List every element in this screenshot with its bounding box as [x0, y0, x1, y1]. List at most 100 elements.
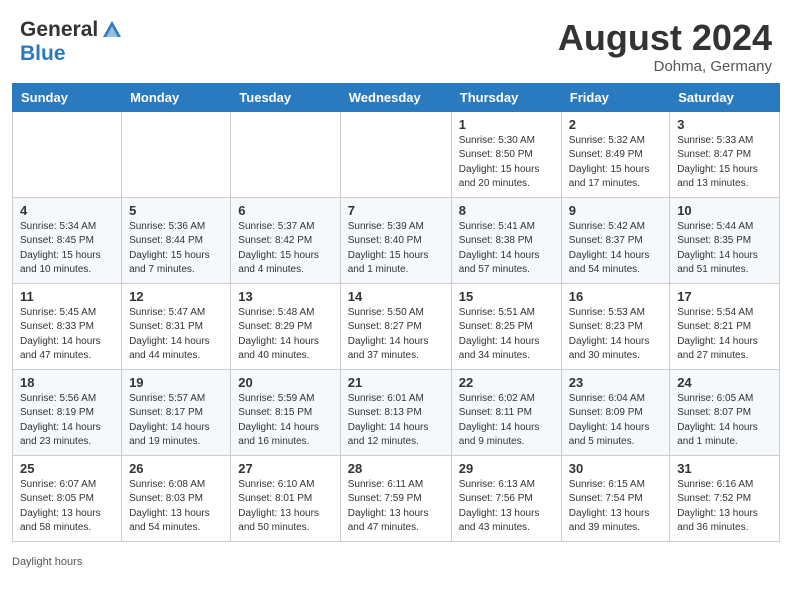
day-number: 21: [348, 375, 444, 390]
calendar-cell: 14 Sunrise: 5:50 AM Sunset: 8:27 PM Dayli…: [340, 283, 451, 369]
day-info: Sunrise: 5:45 AM Sunset: 8:33 PM Dayligh…: [20, 306, 114, 364]
day-of-week-header: Friday: [561, 83, 669, 111]
calendar-cell: [231, 111, 340, 197]
calendar-cell: 27 Sunrise: 6:10 AM Sunset: 8:01 PM Dayli…: [231, 455, 340, 541]
calendar-cell: 6 Sunrise: 5:37 AM Sunset: 8:42 PM Daylig…: [231, 197, 340, 283]
day-number: 20: [238, 375, 332, 390]
day-number: 5: [129, 203, 223, 218]
calendar-cell: 12 Sunrise: 5:47 AM Sunset: 8:31 PM Dayli…: [122, 283, 231, 369]
day-number: 3: [677, 117, 772, 132]
day-info: Sunrise: 5:57 AM Sunset: 8:17 PM Dayligh…: [129, 392, 223, 450]
day-info: Sunrise: 5:34 AM Sunset: 8:45 PM Dayligh…: [20, 220, 114, 278]
day-info: Sunrise: 5:47 AM Sunset: 8:31 PM Dayligh…: [129, 306, 223, 364]
calendar-cell: [13, 111, 122, 197]
day-number: 25: [20, 461, 114, 476]
calendar-cell: 18 Sunrise: 5:56 AM Sunset: 8:19 PM Dayli…: [13, 369, 122, 455]
calendar-cell: 31Sunrise: 6:16 AM Sunset: 7:52 PM Dayli…: [670, 455, 780, 541]
day-info: Sunrise: 6:07 AM Sunset: 8:05 PM Dayligh…: [20, 478, 114, 536]
day-number: 19: [129, 375, 223, 390]
calendar-cell: 22Sunrise: 6:02 AM Sunset: 8:11 PM Dayli…: [451, 369, 561, 455]
calendar-cell: 30 Sunrise: 6:15 AM Sunset: 7:54 PM Dayli…: [561, 455, 669, 541]
logo-subtext: Blue: [20, 42, 123, 66]
calendar-cell: 23Sunrise: 6:04 AM Sunset: 8:09 PM Dayli…: [561, 369, 669, 455]
day-number: 2: [569, 117, 662, 132]
calendar-cell: 2 Sunrise: 5:32 AM Sunset: 8:49 PM Daylig…: [561, 111, 669, 197]
day-number: 15: [459, 289, 554, 304]
day-number: 24: [677, 375, 772, 390]
day-number: 11: [20, 289, 114, 304]
calendar-cell: [340, 111, 451, 197]
logo: General Blue: [20, 18, 123, 66]
day-info: Sunrise: 5:39 AM Sunset: 8:40 PM Dayligh…: [348, 220, 444, 278]
calendar-cell: [122, 111, 231, 197]
day-info: Sunrise: 6:11 AM Sunset: 7:59 PM Dayligh…: [348, 478, 444, 536]
day-info: Sunrise: 5:42 AM Sunset: 8:37 PM Dayligh…: [569, 220, 662, 278]
day-info: Sunrise: 5:32 AM Sunset: 8:49 PM Dayligh…: [569, 134, 662, 192]
day-number: 23: [569, 375, 662, 390]
footer: Daylight hours: [0, 552, 792, 578]
calendar-cell: 29Sunrise: 6:13 AM Sunset: 7:56 PM Dayli…: [451, 455, 561, 541]
day-info: Sunrise: 5:53 AM Sunset: 8:23 PM Dayligh…: [569, 306, 662, 364]
calendar-cell: 7 Sunrise: 5:39 AM Sunset: 8:40 PM Daylig…: [340, 197, 451, 283]
day-of-week-header: Saturday: [670, 83, 780, 111]
calendar-cell: 20 Sunrise: 5:59 AM Sunset: 8:15 PM Dayli…: [231, 369, 340, 455]
calendar-cell: 4Sunrise: 5:34 AM Sunset: 8:45 PM Daylig…: [13, 197, 122, 283]
day-number: 27: [238, 461, 332, 476]
day-number: 12: [129, 289, 223, 304]
day-of-week-header: Wednesday: [340, 83, 451, 111]
logo-text: General: [20, 18, 123, 42]
calendar-wrapper: SundayMondayTuesdayWednesdayThursdayFrid…: [0, 83, 792, 552]
day-info: Sunrise: 5:37 AM Sunset: 8:42 PM Dayligh…: [238, 220, 332, 278]
day-number: 14: [348, 289, 444, 304]
day-number: 29: [459, 461, 554, 476]
calendar-cell: 19 Sunrise: 5:57 AM Sunset: 8:17 PM Dayli…: [122, 369, 231, 455]
day-number: 16: [569, 289, 662, 304]
day-info: Sunrise: 6:10 AM Sunset: 8:01 PM Dayligh…: [238, 478, 332, 536]
day-number: 9: [569, 203, 662, 218]
calendar-cell: 15Sunrise: 5:51 AM Sunset: 8:25 PM Dayli…: [451, 283, 561, 369]
day-info: Sunrise: 6:08 AM Sunset: 8:03 PM Dayligh…: [129, 478, 223, 536]
day-number: 13: [238, 289, 332, 304]
day-number: 31: [677, 461, 772, 476]
calendar-cell: 25 Sunrise: 6:07 AM Sunset: 8:05 PM Dayli…: [13, 455, 122, 541]
day-info: Sunrise: 5:48 AM Sunset: 8:29 PM Dayligh…: [238, 306, 332, 364]
calendar-cell: 11 Sunrise: 5:45 AM Sunset: 8:33 PM Dayli…: [13, 283, 122, 369]
calendar-cell: 26 Sunrise: 6:08 AM Sunset: 8:03 PM Dayli…: [122, 455, 231, 541]
page-header: General Blue August 2024 Dohma, Germany: [0, 0, 792, 83]
day-of-week-header: Tuesday: [231, 83, 340, 111]
day-info: Sunrise: 5:30 AM Sunset: 8:50 PM Dayligh…: [459, 134, 554, 192]
day-number: 30: [569, 461, 662, 476]
day-info: Sunrise: 5:41 AM Sunset: 8:38 PM Dayligh…: [459, 220, 554, 278]
day-of-week-header: Monday: [122, 83, 231, 111]
month-year: August 2024: [558, 18, 772, 58]
day-info: Sunrise: 5:59 AM Sunset: 8:15 PM Dayligh…: [238, 392, 332, 450]
location: Dohma, Germany: [558, 58, 772, 75]
day-info: Sunrise: 5:33 AM Sunset: 8:47 PM Dayligh…: [677, 134, 772, 192]
day-number: 17: [677, 289, 772, 304]
day-of-week-header: Sunday: [13, 83, 122, 111]
day-number: 1: [459, 117, 554, 132]
day-info: Sunrise: 5:44 AM Sunset: 8:35 PM Dayligh…: [677, 220, 772, 278]
day-of-week-header: Thursday: [451, 83, 561, 111]
calendar-cell: 3 Sunrise: 5:33 AM Sunset: 8:47 PM Daylig…: [670, 111, 780, 197]
calendar-cell: 21 Sunrise: 6:01 AM Sunset: 8:13 PM Dayli…: [340, 369, 451, 455]
day-info: Sunrise: 5:54 AM Sunset: 8:21 PM Dayligh…: [677, 306, 772, 364]
day-info: Sunrise: 6:15 AM Sunset: 7:54 PM Dayligh…: [569, 478, 662, 536]
calendar-cell: 1 Sunrise: 5:30 AM Sunset: 8:50 PM Daylig…: [451, 111, 561, 197]
day-number: 18: [20, 375, 114, 390]
day-number: 6: [238, 203, 332, 218]
day-number: 10: [677, 203, 772, 218]
day-number: 26: [129, 461, 223, 476]
day-number: 22: [459, 375, 554, 390]
day-number: 7: [348, 203, 444, 218]
calendar-cell: 10 Sunrise: 5:44 AM Sunset: 8:35 PM Dayli…: [670, 197, 780, 283]
calendar-cell: 13 Sunrise: 5:48 AM Sunset: 8:29 PM Dayli…: [231, 283, 340, 369]
calendar-cell: 24Sunrise: 6:05 AM Sunset: 8:07 PM Dayli…: [670, 369, 780, 455]
day-info: Sunrise: 5:50 AM Sunset: 8:27 PM Dayligh…: [348, 306, 444, 364]
day-info: Sunrise: 6:01 AM Sunset: 8:13 PM Dayligh…: [348, 392, 444, 450]
day-number: 8: [459, 203, 554, 218]
day-info: Sunrise: 5:36 AM Sunset: 8:44 PM Dayligh…: [129, 220, 223, 278]
day-info: Sunrise: 5:56 AM Sunset: 8:19 PM Dayligh…: [20, 392, 114, 450]
calendar-cell: 28 Sunrise: 6:11 AM Sunset: 7:59 PM Dayli…: [340, 455, 451, 541]
day-number: 28: [348, 461, 444, 476]
